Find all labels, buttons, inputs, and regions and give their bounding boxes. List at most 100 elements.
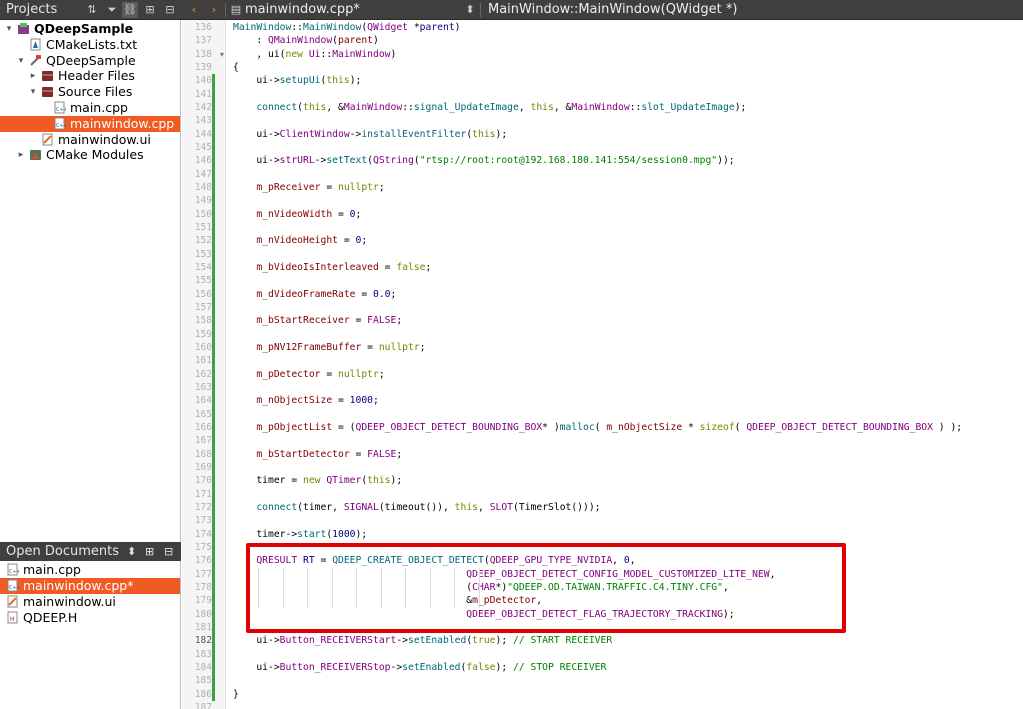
code-line: } — [233, 688, 239, 701]
code-token: :: — [629, 101, 642, 113]
code-token: m_nVideoWidth — [256, 208, 333, 220]
code-token: SIGNAL — [343, 501, 379, 513]
code-token: strURL — [279, 155, 315, 167]
code-token: this — [303, 101, 327, 113]
code-token: -> — [349, 128, 362, 140]
tree-item[interactable]: ▾ Source Files — [0, 84, 180, 100]
code-token: ); — [734, 101, 747, 113]
indent-guide — [356, 567, 357, 608]
code-token: m_dVideoFrameRate — [256, 288, 356, 300]
split-icon[interactable]: ⊞ — [145, 542, 154, 561]
cpp-file-icon: C++ — [53, 117, 68, 130]
sort-icon[interactable]: ⬍ — [127, 542, 136, 561]
line-number: 142 — [194, 101, 212, 113]
fold-marker-icon[interactable]: ▾ — [220, 50, 224, 59]
code-token: // START RECEIVER — [513, 635, 613, 647]
code-token: setEnabled — [402, 661, 461, 673]
line-number: 164 — [194, 395, 212, 407]
cpp-file-icon: C++ — [53, 101, 68, 114]
code-token: ; — [361, 235, 368, 247]
tree-item[interactable]: ▸ CMake Modules — [0, 147, 180, 163]
forward-icon[interactable]: › — [206, 2, 222, 18]
code-token: nullptr — [338, 368, 379, 380]
code-token: new — [303, 475, 321, 487]
tree-item[interactable]: C++ mainwindow.cpp — [0, 115, 180, 132]
code-token: m_bStartReceiver — [256, 315, 350, 327]
tree-item-label: Source Files — [58, 84, 133, 100]
code-token: MainWindow — [303, 22, 362, 33]
code-token: this — [472, 128, 496, 140]
code-token: Button_RECEIVERStop — [279, 661, 391, 673]
chevron-down-icon[interactable]: ▾ — [28, 84, 38, 100]
code-token: ui-> — [233, 155, 280, 167]
tree-item[interactable]: CMakeLists.txt — [0, 37, 180, 53]
code-token: timer-> — [233, 528, 298, 540]
code-token: SLOT — [489, 501, 514, 513]
svg-text:C++: C++ — [56, 107, 66, 113]
sync-icon[interactable]: ⇅ — [84, 2, 100, 18]
function-selector[interactable]: MainWindow::MainWindow(QWidget *) — [488, 2, 737, 17]
code-token: (TimerSlot())); — [513, 501, 601, 513]
tree-item-label: CMakeLists.txt — [46, 36, 138, 52]
code-token: = — [338, 235, 356, 247]
code-token: ) — [390, 48, 397, 60]
tree-item[interactable]: ▾ QDeepSample — [0, 53, 180, 69]
open-document-item[interactable]: C++ mainwindow.cpp* — [0, 578, 180, 594]
tree-item-label: CMake Modules — [46, 147, 144, 163]
filter-icon[interactable]: ⏷ — [104, 2, 120, 18]
chevron-down-icon[interactable]: ▾ — [4, 21, 14, 37]
tree-item[interactable]: ▾ QDeepSample — [0, 21, 180, 37]
ui-file-icon — [6, 595, 19, 608]
line-number: 151 — [194, 221, 212, 233]
code-token: , — [478, 501, 490, 513]
code-line: m_pReceiver = nullptr; — [233, 181, 384, 194]
code-token: m_nObjectSize — [606, 421, 683, 433]
line-number: 183 — [194, 648, 212, 660]
code-token: connect — [256, 501, 298, 513]
line-number: 156 — [194, 288, 212, 300]
chevron-down-icon[interactable]: ▾ — [16, 53, 26, 69]
open-document-item[interactable]: mainwindow.ui — [0, 594, 180, 610]
tree-item[interactable]: mainwindow.ui — [0, 132, 180, 148]
line-number: 148 — [194, 181, 212, 193]
code-token: this — [367, 475, 391, 487]
code-token: false — [466, 661, 496, 673]
split-icon[interactable]: ⊞ — [142, 2, 158, 18]
cmake-file-icon — [29, 38, 42, 51]
svg-text:C++: C++ — [9, 585, 19, 591]
code-token: = — [349, 448, 368, 460]
chevron-right-icon[interactable]: ▸ — [16, 147, 26, 163]
tree-item[interactable]: ▸ Header Files — [0, 68, 180, 84]
open-document-item[interactable]: C++ main.cpp — [0, 562, 180, 578]
code-line: m_dVideoFrameRate = 0.0; — [233, 288, 396, 301]
code-token: ; — [396, 448, 403, 460]
back-icon[interactable]: ‹ — [186, 2, 202, 18]
code-token: = — [320, 368, 338, 380]
code-token: ); — [495, 128, 508, 140]
open-document-item[interactable]: H QDEEP.H — [0, 610, 180, 626]
code-line: ui->ClientWindow->installEventFilter(thi… — [233, 128, 507, 141]
code-token: QTimer — [326, 475, 362, 487]
tree-item-label: QDeepSample — [34, 21, 134, 36]
open-file-tab[interactable]: mainwindow.cpp* — [245, 2, 360, 17]
code-token: = — [361, 341, 379, 353]
line-number: 147 — [194, 168, 212, 180]
tree-item[interactable]: C++ main.cpp — [0, 100, 180, 116]
chevron-right-icon[interactable]: ▸ — [28, 68, 38, 84]
code-token: ) — [454, 22, 461, 33]
open-documents-header: Open Documents ⬍ ⊞ ⊟ — [0, 542, 181, 561]
close-pane-icon[interactable]: ⊟ — [164, 542, 173, 561]
code-token: ( — [734, 421, 747, 433]
close-pane-icon[interactable]: ⊟ — [162, 2, 178, 18]
line-number: 158 — [194, 315, 212, 327]
link-icon[interactable]: ⛓ — [122, 2, 138, 18]
code-token: m_bVideoIsInterleaved — [256, 261, 379, 273]
code-token: )); — [717, 155, 735, 167]
indent-guide — [258, 567, 259, 608]
open-document-label: QDEEP.H — [23, 610, 78, 625]
dropdown-icon[interactable]: ⬍ — [462, 2, 478, 18]
projects-sidebar: ▾ QDeepSample CMakeLists.txt ▾ QDeepSample ▸ H… — [0, 20, 181, 709]
code-token: false — [396, 261, 426, 273]
